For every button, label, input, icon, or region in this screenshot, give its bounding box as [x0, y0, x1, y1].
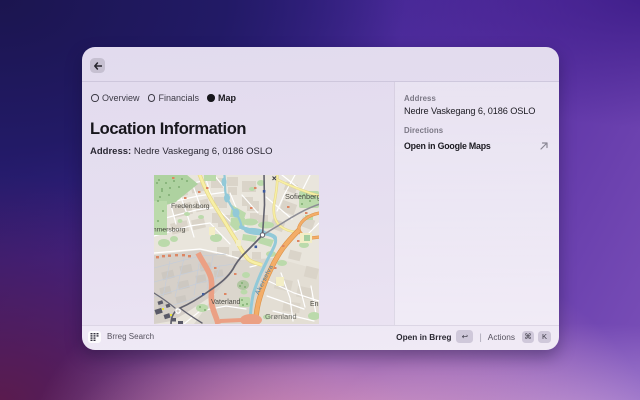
- svg-text:Fredensborg: Fredensborg: [171, 203, 210, 210]
- svg-text:mmersborg: mmersborg: [154, 227, 186, 234]
- svg-text:Sofienberg: Sofienberg: [285, 192, 319, 201]
- svg-text:Grønland: Grønland: [265, 312, 297, 321]
- svg-text:En: En: [310, 301, 319, 308]
- svg-text:Vaterland: Vaterland: [211, 299, 241, 306]
